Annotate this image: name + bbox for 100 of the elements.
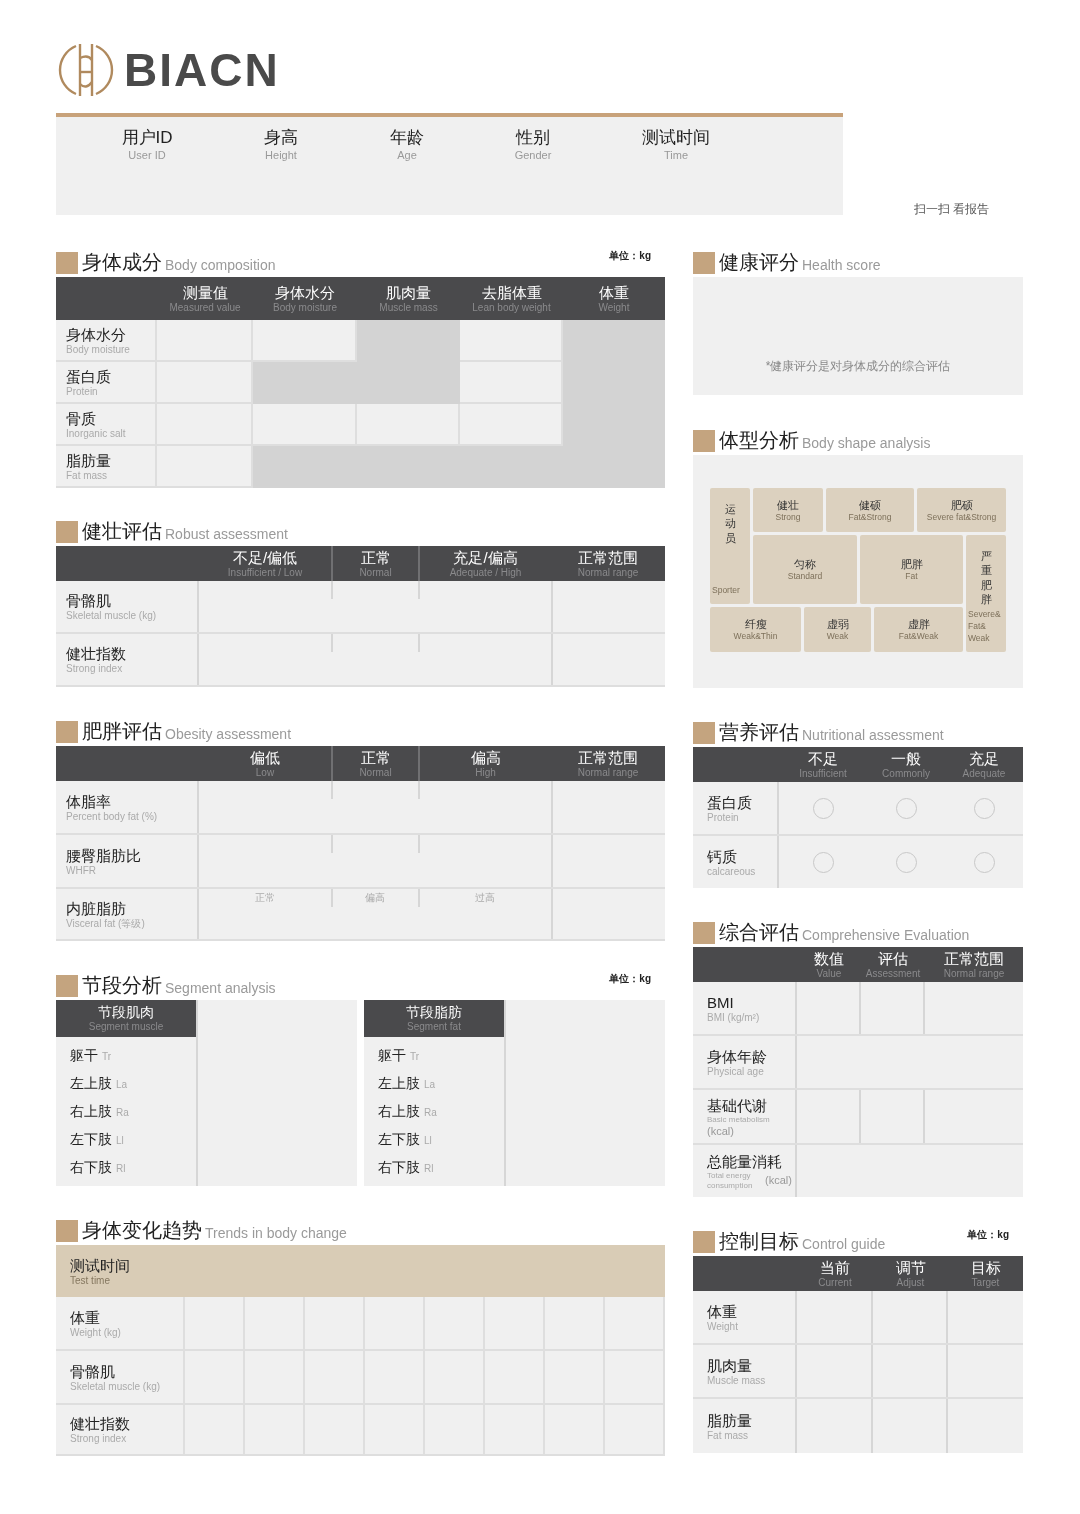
unit-label: (kcal)	[707, 1124, 735, 1138]
shape-sublabel: Weak	[826, 631, 849, 642]
table-cell	[485, 1297, 545, 1351]
section-subtitle: Health score	[802, 256, 881, 275]
segment-label: 右上肢	[378, 1101, 420, 1121]
row-label: 健壮指数	[66, 644, 127, 663]
column-header: 偏高	[470, 748, 501, 767]
row-label: 基础代谢	[707, 1095, 768, 1115]
shape-sublabel: Severe& Fat& Weak	[967, 608, 1002, 644]
section-subtitle: Obesity assessment	[165, 725, 292, 744]
table-cell	[305, 1405, 365, 1456]
column-subheader: Commonly	[882, 767, 930, 780]
column-subheader: High	[475, 766, 496, 779]
row-label: 健壮指数	[70, 1414, 131, 1433]
segment-code: Rl	[116, 1162, 126, 1176]
unit-label: (kcal)	[765, 1173, 792, 1189]
shape-sublabel: Weak&Thin	[733, 631, 778, 642]
unit-label: 单位：kg	[609, 249, 651, 263]
column-header: 不足	[808, 749, 838, 768]
column-header: 测量值	[182, 283, 228, 302]
shape-label: 虚胖	[907, 617, 930, 631]
row-sublabel: Skeletal muscle (kg)	[66, 610, 158, 622]
row-sublabel: Protein	[66, 385, 99, 398]
row-label: 内脏脂肪	[66, 898, 127, 918]
row-label: 测试时间	[70, 1255, 131, 1275]
row-label: 骨骼肌	[66, 591, 112, 610]
field-label: 测试时间	[642, 127, 710, 149]
column-header: 正常范围	[944, 949, 1004, 968]
section-title: 控制目标	[719, 1229, 799, 1254]
field-label: 用户ID	[121, 127, 173, 149]
section-subtitle: Body composition	[165, 256, 276, 275]
table-cell	[545, 1405, 605, 1456]
column-header: 充足/偏高	[453, 548, 518, 567]
shape-label: 虚弱	[826, 617, 849, 631]
table-cell	[605, 1351, 665, 1405]
table-cell	[485, 1405, 545, 1456]
row-label: 钙质	[707, 846, 738, 866]
column-header: 身体水分	[275, 283, 335, 302]
table-cell	[305, 1297, 365, 1351]
row-sublabel: Skeletal muscle (kg)	[70, 1380, 162, 1393]
section-marker	[56, 975, 78, 997]
row-label: 脂肪量	[707, 1410, 753, 1430]
section-marker	[693, 922, 715, 944]
shape-sublabel: Strong	[775, 511, 801, 523]
section-title: 肥胖评估	[82, 719, 162, 744]
column-subheader: Assessment	[865, 967, 921, 980]
row-label: 脂肪量	[66, 450, 112, 470]
section-title: 营养评估	[719, 720, 799, 745]
row-sublabel: Weight	[707, 1320, 739, 1333]
column-subheader: Insufficient	[799, 767, 847, 780]
scan-note: 扫一扫 看报告	[914, 201, 990, 218]
row-label: 蛋白质	[66, 366, 112, 386]
column-subheader: Muscle mass	[379, 301, 438, 314]
section-subtitle: Comprehensive Evaluation	[802, 926, 970, 945]
section-title: 身体成分	[82, 250, 162, 275]
column-header: 去脂体重	[481, 283, 542, 302]
row-sublabel: Physical age	[707, 1065, 765, 1078]
field-sublabel: Height	[265, 149, 297, 162]
section-marker	[56, 252, 78, 274]
segment-label: 左上肢	[70, 1073, 112, 1093]
column-header: 肌肉量	[386, 283, 431, 302]
column-subheader: Adequate / High	[449, 566, 522, 579]
table-cell	[245, 1405, 305, 1456]
row-label: 体重	[707, 1301, 738, 1321]
column-header: 正常	[360, 548, 391, 567]
row-label: 总能量消耗	[707, 1151, 783, 1171]
row-label: 肌肉量	[707, 1355, 753, 1375]
segment-label: 躯干	[70, 1045, 98, 1065]
logo-text: BIACN	[124, 47, 280, 93]
column-subheader: Normal range	[577, 566, 639, 579]
column-subheader: Normal range	[577, 766, 639, 779]
shape-sublabel: Standard	[787, 571, 823, 582]
table-cell	[245, 1297, 305, 1351]
column-subheader: Normal	[359, 766, 392, 779]
column-subheader: Body moisture	[273, 301, 337, 314]
section-marker	[56, 1220, 78, 1242]
row-sublabel: Strong index	[66, 663, 124, 675]
section-title: 体型分析	[719, 428, 799, 453]
row-label: 体重	[70, 1307, 101, 1327]
column-header: 目标	[970, 1258, 1001, 1277]
row-sublabel: Protein	[707, 811, 740, 824]
section-title: 节段分析	[82, 973, 162, 998]
column-subheader: Weight	[598, 301, 630, 314]
column-header: 偏低	[250, 748, 280, 767]
row-label: 体脂率	[66, 791, 112, 811]
shape-label: 肥硕	[950, 497, 973, 512]
score-note: *健康评分是对身体成分的综合评估	[765, 358, 951, 375]
field-label: 身高	[264, 127, 298, 149]
column-subheader: Lean body weight	[472, 301, 551, 314]
segment-code: Ra	[116, 1106, 129, 1120]
segment-code: La	[116, 1078, 128, 1092]
section-subtitle: Trends in body change	[205, 1224, 347, 1243]
row-label: 骨骼肌	[70, 1361, 116, 1381]
column-subheader: Normal	[359, 566, 392, 579]
row-sublabel: BMI (kg/m²)	[707, 1011, 761, 1024]
row-label: BMI	[707, 992, 735, 1012]
segment-code: Ll	[424, 1134, 432, 1148]
row-sublabel: Total energy consumption	[707, 1170, 754, 1191]
section-marker	[56, 521, 78, 543]
segment-label: 右下肢	[378, 1157, 420, 1177]
